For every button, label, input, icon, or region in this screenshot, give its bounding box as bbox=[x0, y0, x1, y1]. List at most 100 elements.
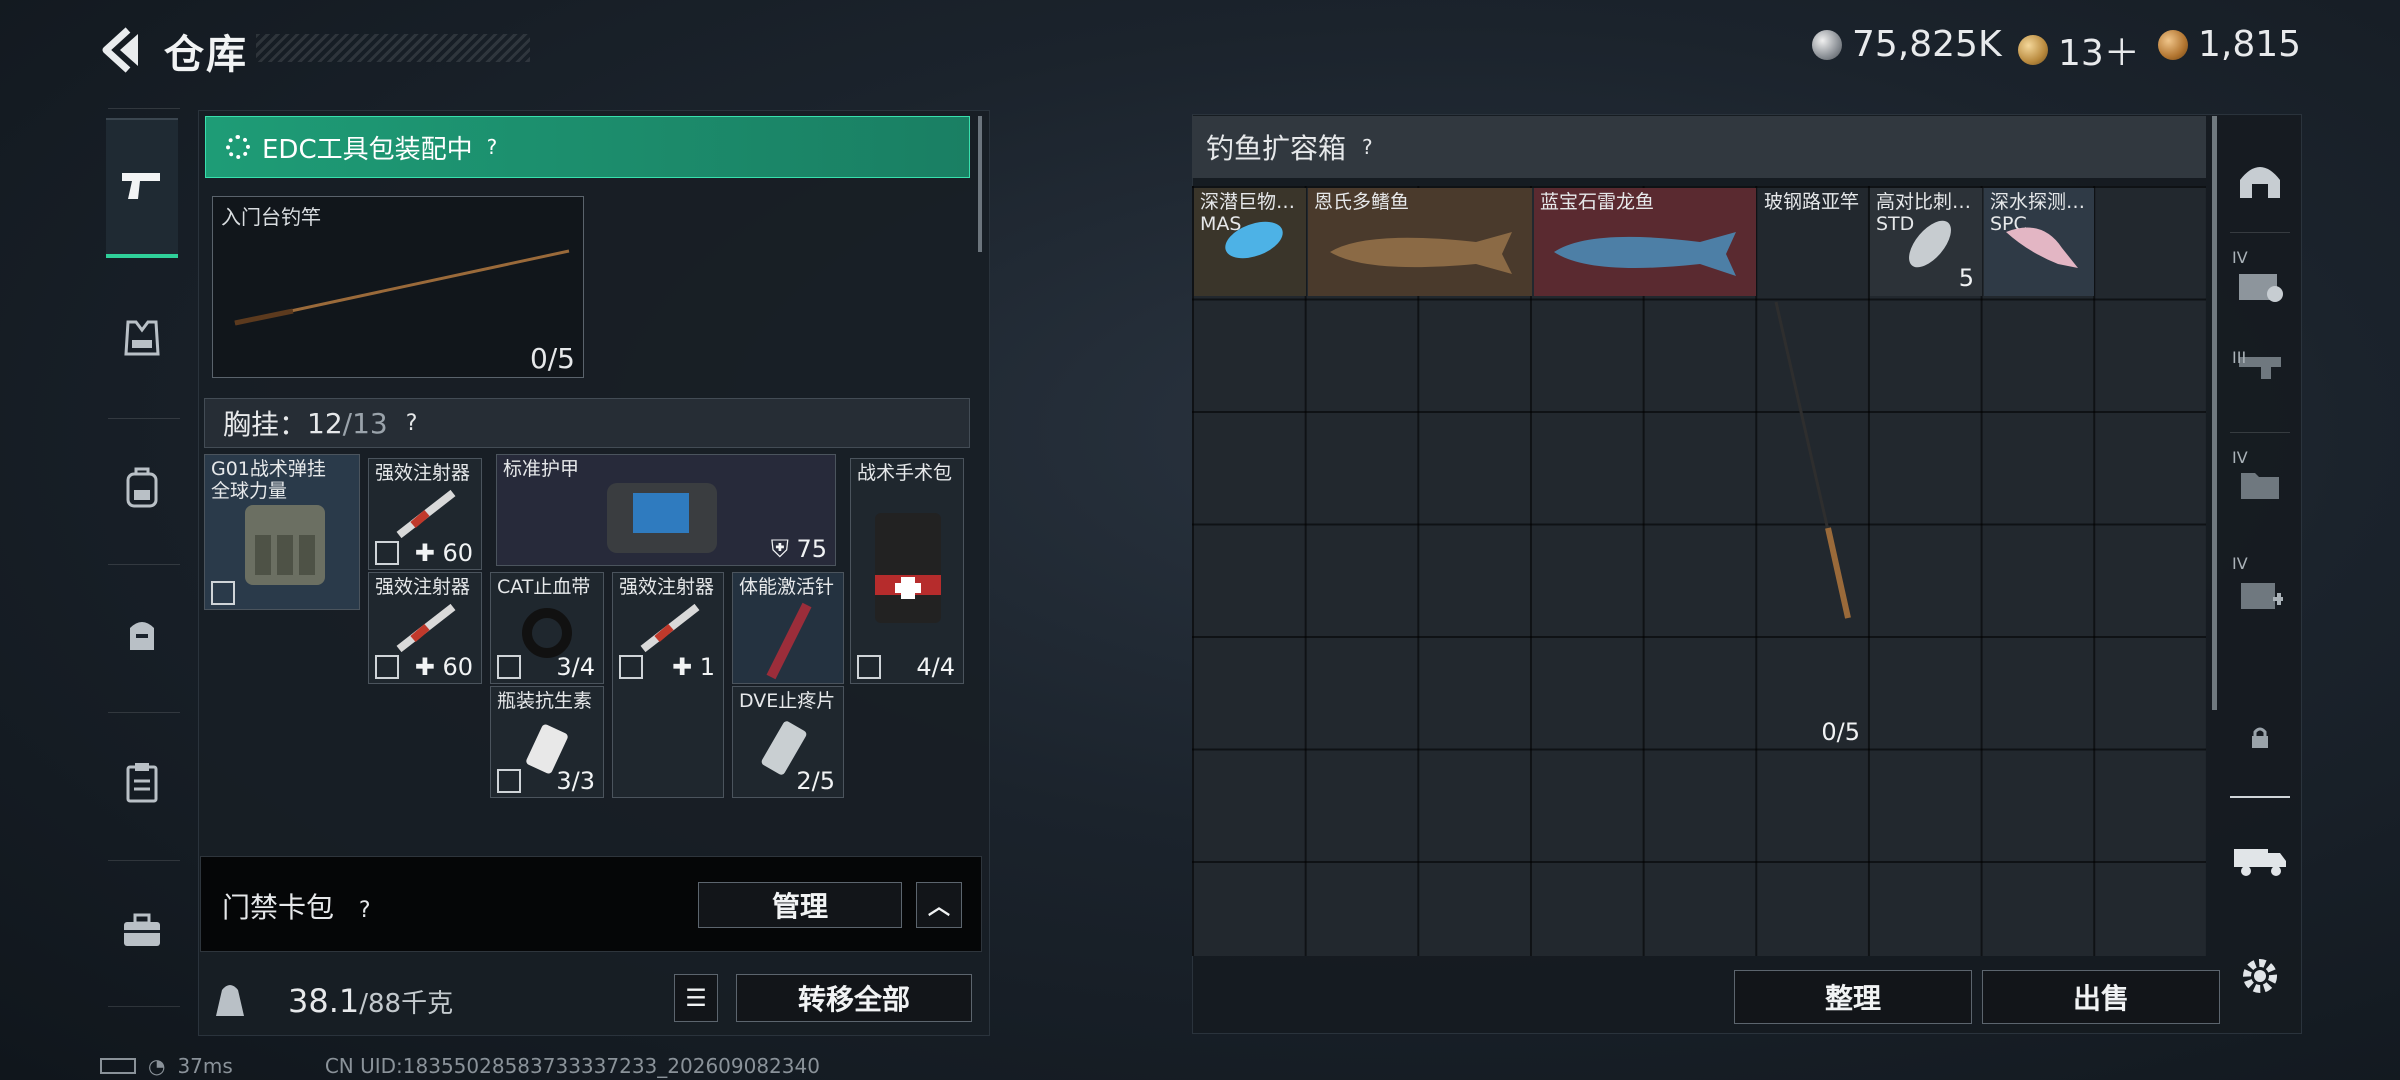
organize-button[interactable]: 整理 bbox=[1734, 970, 1972, 1024]
painkiller-item[interactable]: DVE止疼片 2/5 bbox=[732, 686, 844, 798]
currency-silver-value: 75,825K bbox=[1852, 24, 2002, 65]
fish-item[interactable]: 恩氏多鳍鱼 bbox=[1308, 188, 1532, 296]
bronze-coin-icon bbox=[2158, 29, 2188, 60]
tab-secure-case[interactable] bbox=[106, 712, 178, 852]
fishing-rod-slot[interactable]: 入门台钓竿 0/5 bbox=[212, 196, 584, 378]
chest-rig-total: /13 bbox=[342, 406, 388, 440]
stim-image bbox=[766, 602, 812, 680]
no-insure-icon bbox=[497, 769, 521, 793]
lock-icon bbox=[2252, 727, 2268, 748]
title-decoration bbox=[256, 34, 530, 62]
item-count: ✚ 60 bbox=[414, 653, 473, 681]
weapon-slot[interactable]: III bbox=[2226, 314, 2294, 414]
spoon-lure-image bbox=[1909, 220, 1951, 268]
tab-toolbox[interactable] bbox=[106, 860, 178, 1000]
no-insure-icon bbox=[497, 655, 521, 679]
chest-rig-image bbox=[245, 505, 325, 585]
medkit-slot[interactable]: IV bbox=[2226, 544, 2294, 644]
back-arrow-icon[interactable] bbox=[98, 24, 142, 76]
help-icon[interactable]: ? bbox=[1362, 135, 1373, 159]
help-icon[interactable]: ? bbox=[487, 135, 498, 159]
fish-item[interactable]: 蓝宝石雷龙鱼 bbox=[1534, 188, 1756, 296]
chevron-up-icon[interactable]: ︿ bbox=[916, 882, 962, 928]
rod-slot-label: 入门台钓竿 bbox=[221, 205, 321, 229]
transport-button[interactable] bbox=[2226, 810, 2294, 910]
currency-bronze-value: 1,815 bbox=[2198, 24, 2302, 65]
injector-image bbox=[396, 489, 456, 539]
backpack-icon bbox=[126, 467, 158, 508]
rig-slot-icon bbox=[2239, 274, 2283, 302]
item-count: 4/4 bbox=[916, 653, 955, 681]
item-name: 战术手术包 bbox=[857, 462, 953, 484]
antibiotic-item[interactable]: 瓶装抗生素 3/3 bbox=[490, 686, 604, 798]
item-name: 玻钢路亚竿 bbox=[1764, 191, 1860, 213]
transfer-all-button[interactable]: 转移全部 bbox=[736, 974, 972, 1022]
weight-icon bbox=[216, 985, 244, 1016]
sell-button[interactable]: 出售 bbox=[1982, 970, 2220, 1024]
manage-button[interactable]: 管理 bbox=[698, 882, 902, 928]
no-insure-icon bbox=[375, 541, 399, 565]
pouch-icon bbox=[130, 622, 154, 650]
helmet-slot[interactable] bbox=[2226, 130, 2294, 230]
wifi-icon: ◔ bbox=[148, 1054, 166, 1078]
item-name: DVE止疼片 bbox=[739, 690, 836, 712]
truck-icon bbox=[2234, 849, 2286, 876]
bichir-fish-image bbox=[1330, 232, 1512, 274]
lure-item[interactable]: 深潜巨物… MAS bbox=[1194, 188, 1306, 296]
uid-text: CN UID:18355028583733337233_202609082340 bbox=[324, 1054, 820, 1078]
surgery-kit-image bbox=[875, 513, 941, 623]
surgery-kit-item[interactable]: 战术手术包 4/4 bbox=[850, 458, 964, 684]
item-count: 5 bbox=[1958, 264, 1974, 292]
stim-item[interactable]: 体能激活针 bbox=[732, 572, 844, 684]
settings-gear-icon bbox=[2243, 959, 2277, 993]
card-bag-title: 门禁卡包 ? bbox=[222, 891, 371, 924]
edc-status-bar[interactable]: EDC工具包装配中 ? bbox=[205, 116, 970, 178]
container-title: 钓鱼扩容箱 bbox=[1206, 132, 1347, 165]
tier-label: IV bbox=[2232, 448, 2248, 467]
soft-lure-item[interactable]: 深水探测… SPC bbox=[1984, 188, 2094, 296]
tourniquet-item[interactable]: CAT止血带 3/4 bbox=[490, 572, 604, 684]
injector-image bbox=[396, 603, 456, 653]
weight-readout: 38.1/88千克 bbox=[288, 982, 453, 1020]
item-count: 3/4 bbox=[556, 653, 595, 681]
left-nav bbox=[98, 108, 190, 1008]
currency-gold[interactable]: 13＋ bbox=[2018, 24, 2140, 76]
item-count: ✚ 1 bbox=[671, 653, 715, 681]
item-name: 体能激活针 bbox=[739, 576, 835, 598]
spoon-lure-item[interactable]: 高对比刺… STD 5 bbox=[1870, 188, 1982, 296]
lure-rod-image bbox=[1774, 301, 1851, 619]
currency-bronze[interactable]: 1,815 bbox=[2158, 24, 2301, 65]
folder-slot[interactable]: IV bbox=[2226, 434, 2294, 534]
gear-badge-icon bbox=[226, 135, 250, 159]
currency-silver[interactable]: 75,825K bbox=[1812, 24, 2002, 65]
help-icon[interactable]: ? bbox=[359, 898, 371, 923]
chest-rig-item[interactable]: G01战术弹挂 全球力量 bbox=[204, 454, 360, 610]
injector-item[interactable]: 强效注射器 ✚ 60 bbox=[368, 458, 482, 570]
chest-rig-label: 胸挂： bbox=[223, 408, 308, 441]
tab-vest[interactable] bbox=[106, 268, 178, 408]
item-name: 强效注射器 bbox=[619, 576, 715, 598]
toolbox-icon bbox=[124, 913, 160, 946]
container-scrollbar[interactable] bbox=[2212, 116, 2217, 710]
tab-backpack[interactable] bbox=[106, 418, 178, 558]
no-insure-icon bbox=[375, 655, 399, 679]
battery-icon bbox=[100, 1058, 136, 1074]
item-count: ✚ 60 bbox=[414, 539, 473, 567]
injector-image bbox=[640, 603, 700, 653]
loadout-scrollbar[interactable] bbox=[978, 116, 982, 252]
tier-label: IV bbox=[2232, 248, 2248, 267]
currency-gold-value: 13＋ bbox=[2058, 33, 2140, 74]
locked-slot[interactable] bbox=[2226, 688, 2294, 788]
tab-weapons[interactable] bbox=[106, 118, 178, 258]
container-grid[interactable] bbox=[1192, 186, 2206, 956]
settings-button[interactable] bbox=[2226, 926, 2294, 1026]
armor-item[interactable]: 标准护甲 ⛨ 75 bbox=[496, 454, 836, 566]
injector-item[interactable]: 强效注射器 ✚ 60 bbox=[368, 572, 482, 684]
item-name: CAT止血带 bbox=[497, 576, 591, 598]
injector-item[interactable]: 强效注射器 ✚ 1 bbox=[612, 572, 724, 798]
lure-rod-item[interactable]: 玻钢路亚竿 0/5 bbox=[1758, 188, 1868, 750]
help-icon[interactable]: ? bbox=[406, 411, 418, 436]
list-view-icon[interactable]: ☰ bbox=[674, 974, 718, 1022]
tab-pouch[interactable] bbox=[106, 564, 178, 704]
container-header: 钓鱼扩容箱 ? bbox=[1192, 116, 2206, 178]
